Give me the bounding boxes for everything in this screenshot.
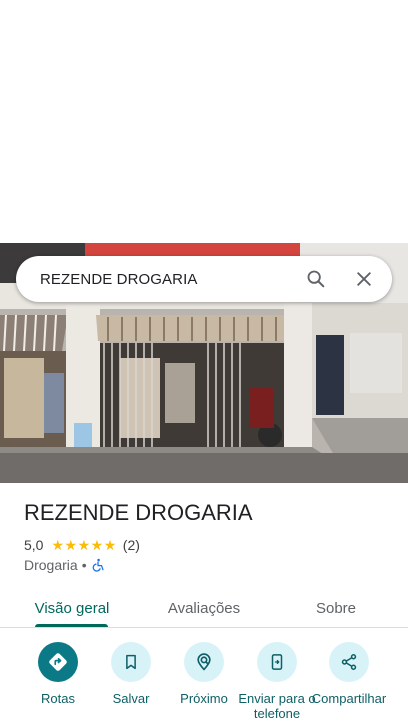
review-count: (2) xyxy=(122,537,140,553)
search-icon xyxy=(307,270,325,288)
save-label: Salvar xyxy=(112,691,150,706)
place-tabs: Visão geral Avaliações Sobre xyxy=(0,588,408,628)
send-to-phone-button[interactable]: Enviar para o telefone xyxy=(237,642,317,721)
star-icon: ★ xyxy=(51,537,65,553)
send-to-phone-label: Enviar para o telefone xyxy=(238,691,316,721)
tab-about[interactable]: Sobre xyxy=(296,588,376,628)
tab-reviews[interactable]: Avaliações xyxy=(152,588,256,628)
nearby-button-circle[interactable] xyxy=(184,642,224,682)
wheelchair-icon xyxy=(92,558,104,572)
directions-icon xyxy=(49,653,67,671)
directions-label: Rotas xyxy=(41,691,75,706)
place-details-screen: REZENDE DROGARIA REZENDE DROGARIA 5,0 ★ … xyxy=(0,0,408,726)
category-row: Drogaria • xyxy=(24,556,105,574)
directions-button[interactable]: Rotas xyxy=(18,642,98,706)
star-icon: ★ xyxy=(64,537,78,553)
search-bar[interactable]: REZENDE DROGARIA xyxy=(16,256,392,302)
nearby-button[interactable]: Próximo xyxy=(164,642,244,706)
send-to-phone-icon xyxy=(271,654,283,670)
nearby-icon xyxy=(197,653,211,671)
nearby-label: Próximo xyxy=(180,691,228,706)
rating-value: 5,0 xyxy=(24,537,44,553)
rating-stars-icon: ★ ★ ★ ★ ★ xyxy=(51,538,116,552)
separator-dot: • xyxy=(81,557,87,573)
send-to-phone-button-circle[interactable] xyxy=(257,642,297,682)
place-category: Drogaria xyxy=(24,557,78,573)
action-buttons: Rotas Salvar Próximo Enviar para o telef… xyxy=(0,628,408,726)
share-button[interactable]: Compartilhar xyxy=(309,642,389,706)
star-icon: ★ xyxy=(77,537,91,553)
search-query[interactable]: REZENDE DROGARIA xyxy=(16,271,292,288)
star-icon: ★ xyxy=(90,537,104,553)
search-button[interactable] xyxy=(292,256,340,302)
clear-search-button[interactable] xyxy=(340,256,388,302)
share-icon xyxy=(341,654,357,670)
share-label: Compartilhar xyxy=(311,691,387,706)
close-icon xyxy=(357,272,371,286)
save-button-circle[interactable] xyxy=(111,642,151,682)
star-icon: ★ xyxy=(103,537,117,553)
rating-row[interactable]: 5,0 ★ ★ ★ ★ ★ (2) xyxy=(24,536,140,554)
bookmark-icon xyxy=(126,654,136,670)
directions-button-circle[interactable] xyxy=(38,642,78,682)
save-button[interactable]: Salvar xyxy=(91,642,171,706)
share-button-circle[interactable] xyxy=(329,642,369,682)
tab-overview[interactable]: Visão geral xyxy=(24,588,120,628)
place-title: REZENDE DROGARIA xyxy=(24,500,253,525)
